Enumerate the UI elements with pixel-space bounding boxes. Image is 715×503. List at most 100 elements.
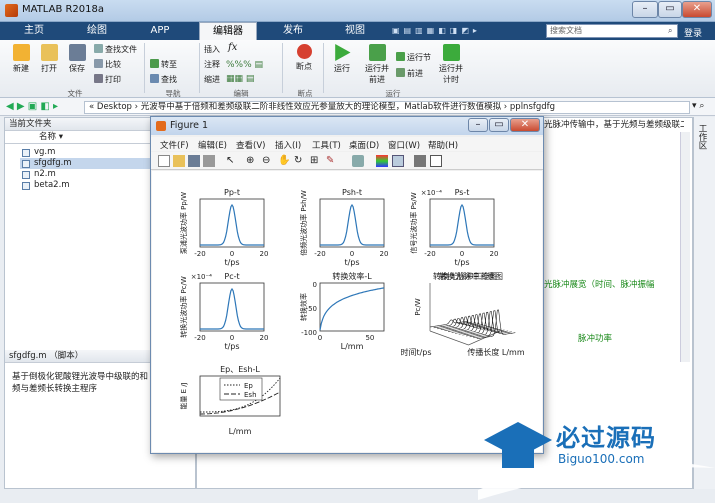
x-axis-label: t/ps bbox=[454, 258, 469, 267]
ribbon-separator bbox=[144, 43, 145, 93]
dock-icon[interactable] bbox=[430, 155, 442, 167]
quick-access-toolbar[interactable]: ▣▤▥▦◧◨◩▸ bbox=[392, 26, 532, 37]
menu-edit[interactable]: 编辑(E) bbox=[198, 139, 227, 151]
workspace-tab[interactable]: 工作区 bbox=[697, 124, 708, 150]
run-section-button[interactable]: 运行节 bbox=[396, 52, 431, 64]
editor-code-line: 光脉冲展宽（时间、脉冲振幅 bbox=[544, 280, 655, 290]
figure-maximize-button[interactable]: ▭ bbox=[489, 118, 509, 132]
tab-apps[interactable]: APP bbox=[137, 22, 183, 40]
login-link[interactable]: 登录 bbox=[684, 26, 702, 39]
find-files-icon bbox=[94, 44, 103, 53]
x-tick-label: 20 bbox=[380, 250, 389, 258]
comment-button[interactable]: 注释 bbox=[204, 59, 220, 71]
print-button[interactable]: 打印 bbox=[94, 74, 121, 86]
open-icon[interactable] bbox=[173, 155, 185, 167]
minimize-button[interactable]: – bbox=[632, 1, 658, 18]
y-exponent: ×10⁻⁴ bbox=[191, 273, 212, 281]
compare-button[interactable]: 比较 bbox=[94, 59, 121, 71]
x-tick-label: 20 bbox=[260, 250, 269, 258]
save-button[interactable]: 保存 bbox=[62, 44, 92, 74]
pan-icon[interactable]: ✋ bbox=[278, 155, 290, 167]
x-axis-label: t/ps bbox=[224, 258, 239, 267]
link-icon[interactable] bbox=[352, 155, 364, 167]
ribbon-separator bbox=[282, 43, 283, 93]
colorbar-icon[interactable] bbox=[376, 155, 388, 167]
x-tick-label: 0 bbox=[460, 250, 464, 258]
mortarboard-base bbox=[502, 448, 534, 468]
print-icon[interactable] bbox=[203, 155, 215, 167]
x-tick-label: -20 bbox=[194, 334, 205, 342]
pointer-icon[interactable]: ↖ bbox=[226, 155, 238, 167]
m-file-icon bbox=[22, 171, 30, 179]
m-file-icon bbox=[22, 149, 30, 157]
watermark-title: 必过源码 bbox=[556, 424, 656, 452]
menu-window[interactable]: 窗口(W) bbox=[388, 139, 420, 151]
indent-button[interactable]: 缩进 bbox=[204, 74, 220, 86]
app-title: MATLAB R2018a bbox=[22, 4, 105, 15]
nav-back-icon[interactable]: ◀ ▶ ▣ ◧ ▸ bbox=[6, 101, 58, 112]
m-file-icon bbox=[22, 182, 30, 190]
close-button[interactable]: ✕ bbox=[682, 1, 712, 18]
subplot-title: Pc-t bbox=[224, 272, 239, 281]
breakpoint-icon bbox=[296, 44, 312, 59]
breakpoint-button[interactable]: 断点 bbox=[288, 44, 320, 72]
search-input[interactable]: 搜索文档 bbox=[546, 24, 678, 38]
y-axis-label: 信号光波功率 Ps/W bbox=[409, 192, 418, 253]
menu-tools[interactable]: 工具(T) bbox=[312, 139, 341, 151]
menu-file[interactable]: 文件(F) bbox=[160, 139, 189, 151]
scrollbar[interactable] bbox=[680, 132, 690, 362]
tab-editor[interactable]: 编辑器 bbox=[199, 22, 257, 40]
legend-icon[interactable] bbox=[392, 155, 404, 167]
subplot-title: Psh-t bbox=[342, 188, 362, 197]
insert-button[interactable]: 插入 bbox=[204, 44, 220, 56]
zoom-in-icon[interactable]: ⊕ bbox=[246, 155, 258, 167]
address-path[interactable]: « Desktop › 光波导中基于倍频和差频级联二阶非线性效应光参量放大的理论… bbox=[84, 101, 690, 114]
axes-3d bbox=[429, 283, 501, 346]
advance-icon bbox=[396, 68, 405, 77]
open-button[interactable]: 打开 bbox=[34, 44, 64, 74]
y-axis-label: 时间t/ps bbox=[400, 347, 431, 357]
address-dropdown-icon[interactable]: ▾ ⌕ bbox=[692, 101, 704, 111]
tab-home[interactable]: 主页 bbox=[10, 22, 58, 40]
maximize-button[interactable]: ▭ bbox=[658, 1, 682, 18]
search-icon[interactable]: ⌕ bbox=[668, 26, 672, 36]
advance-button[interactable]: 前进 bbox=[396, 68, 423, 80]
figure-minimize-button[interactable]: – bbox=[468, 118, 488, 132]
x-tick-label: 0 bbox=[230, 334, 234, 342]
save-icon[interactable] bbox=[188, 155, 200, 167]
details-text: 基于倒极化铌酸锂光波导中级联的和频与差频长转换主程序 bbox=[12, 372, 149, 394]
run-advance-button[interactable]: 运行并 前进 bbox=[360, 44, 394, 85]
menu-desktop[interactable]: 桌面(D) bbox=[349, 139, 379, 151]
watermark-logo: 必过源码 Biguo100.com bbox=[478, 408, 715, 500]
search-icon bbox=[150, 74, 159, 83]
x-tick-label: 0 bbox=[350, 250, 354, 258]
rotate-icon[interactable]: ↻ bbox=[294, 155, 306, 167]
tab-publish[interactable]: 发布 bbox=[270, 22, 316, 40]
tab-view[interactable]: 视图 bbox=[332, 22, 378, 40]
new-figure-icon[interactable] bbox=[158, 155, 170, 167]
y-axis-label: 转换光波功率 Pc/W bbox=[179, 276, 188, 338]
brush-icon[interactable]: ✎ bbox=[326, 155, 338, 167]
hide-tools-icon[interactable] bbox=[414, 155, 426, 167]
new-button[interactable]: 新建 bbox=[6, 44, 36, 74]
run-advance-icon bbox=[368, 44, 386, 61]
y-tick-label: -50 bbox=[306, 305, 317, 313]
goto-button[interactable]: 转至 bbox=[150, 59, 177, 71]
figure-icon bbox=[156, 121, 166, 131]
zoom-out-icon[interactable]: ⊖ bbox=[262, 155, 274, 167]
menu-help[interactable]: 帮助(H) bbox=[428, 139, 458, 151]
y-axis-label: 能量 E /J bbox=[179, 382, 188, 409]
edit-icons[interactable]: %%% ▤ ▦▦ ▤ bbox=[226, 58, 274, 86]
menu-insert[interactable]: 插入(I) bbox=[275, 139, 301, 151]
fx-icon[interactable]: fx bbox=[228, 42, 237, 53]
run-time-button[interactable]: 运行并 计时 bbox=[434, 44, 468, 85]
tab-plots[interactable]: 绘图 bbox=[74, 22, 120, 40]
figure-close-button[interactable]: ✕ bbox=[510, 118, 540, 132]
data-cursor-icon[interactable]: ⊞ bbox=[310, 155, 322, 167]
find-button[interactable]: 查找 bbox=[150, 74, 177, 86]
menu-view[interactable]: 查看(V) bbox=[236, 139, 265, 151]
find-files-button[interactable]: 查找文件 bbox=[94, 44, 137, 56]
x-axis-label: L/mm bbox=[229, 427, 252, 436]
surface-line bbox=[444, 316, 483, 331]
run-button[interactable]: 运行 bbox=[327, 44, 357, 74]
